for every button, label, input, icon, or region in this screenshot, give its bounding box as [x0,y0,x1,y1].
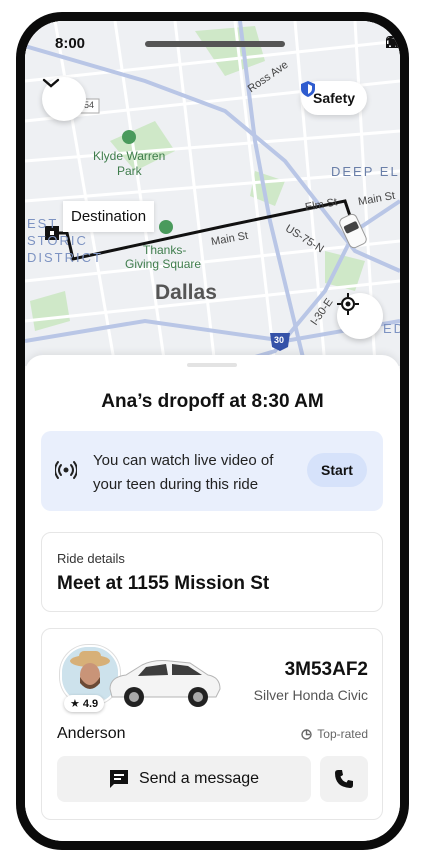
highway-shield-30: 30 [274,335,285,345]
map-label-dallas: Dallas [155,281,217,304]
map-label-park-name: Klyde Warren [93,149,166,163]
phone-frame: Ross Ave Klyde Warren Park DEEP EL Elm S… [16,12,409,850]
screen: Ross Ave Klyde Warren Park DEEP EL Elm S… [25,21,400,841]
map-label-historic-1: EST [27,216,59,231]
page-title: Ana’s dropoff at 8:30 AM [101,391,324,412]
ride-details-value: Meet at 1155 Mission St [57,573,270,594]
map-label-park: Park [117,164,142,178]
ride-details-card[interactable]: Ride details Meet at 1155 Mission St [41,532,383,612]
safety-label: Safety [313,90,356,106]
map-label-deep-ellum: DEEP EL [331,164,400,179]
message-icon [109,770,128,788]
send-message-button[interactable]: Send a message [57,756,311,802]
shield-icon [301,81,315,97]
car-image [109,660,221,707]
chevron-down-icon [42,78,60,88]
locate-icon [337,293,359,315]
call-button[interactable] [320,756,368,802]
destination-label: Destination [63,201,155,232]
top-rated-label: Top-rated [317,727,368,741]
broadcast-icon [55,461,77,479]
sheet-grabber[interactable] [187,363,237,367]
status-time: 8:00 [55,35,86,52]
live-video-banner: You can watch live video of your teen du… [41,431,383,511]
recenter-button[interactable] [337,293,383,339]
map-label-historic-3: DISTRICT [27,250,103,265]
top-rated-icon [301,728,312,740]
bottom-sheet: Ana’s dropoff at 8:30 AM You can watch l… [25,355,400,841]
top-rated-badge: Top-rated [301,727,368,741]
star-icon: ★ [70,698,80,710]
safety-button[interactable]: Safety [301,81,368,115]
live-video-text: You can watch live video of your teen du… [93,452,274,493]
map-label-ed: ED [383,321,400,336]
driver-rating-badge: ★ 4.9 [64,695,105,712]
collapse-button[interactable] [42,77,86,121]
phone-icon [335,770,353,788]
map-view[interactable]: Ross Ave Klyde Warren Park DEEP EL Elm S… [25,21,400,366]
start-live-video-button[interactable]: Start [307,453,367,487]
car-model: Silver Honda Civic [253,687,368,703]
ride-details-label: Ride details [57,551,125,566]
map-label-thanksgiving-1: Thanks- [143,243,187,257]
status-bar: 8:00 [25,21,400,65]
map-label-historic-2: STORIC [27,233,88,248]
battery-icon [386,36,400,48]
driver-name: Anderson [57,725,126,742]
driver-rating: 4.9 [82,697,99,710]
send-message-label: Send a message [138,770,260,787]
dynamic-island [145,41,285,47]
license-plate: 3M53AF2 [284,659,368,680]
driver-card: ★ 4.9 3M53AF2 Silver Honda Civic Anderso… [41,628,383,820]
map-label-thanksgiving-2: Giving Square [125,257,202,271]
